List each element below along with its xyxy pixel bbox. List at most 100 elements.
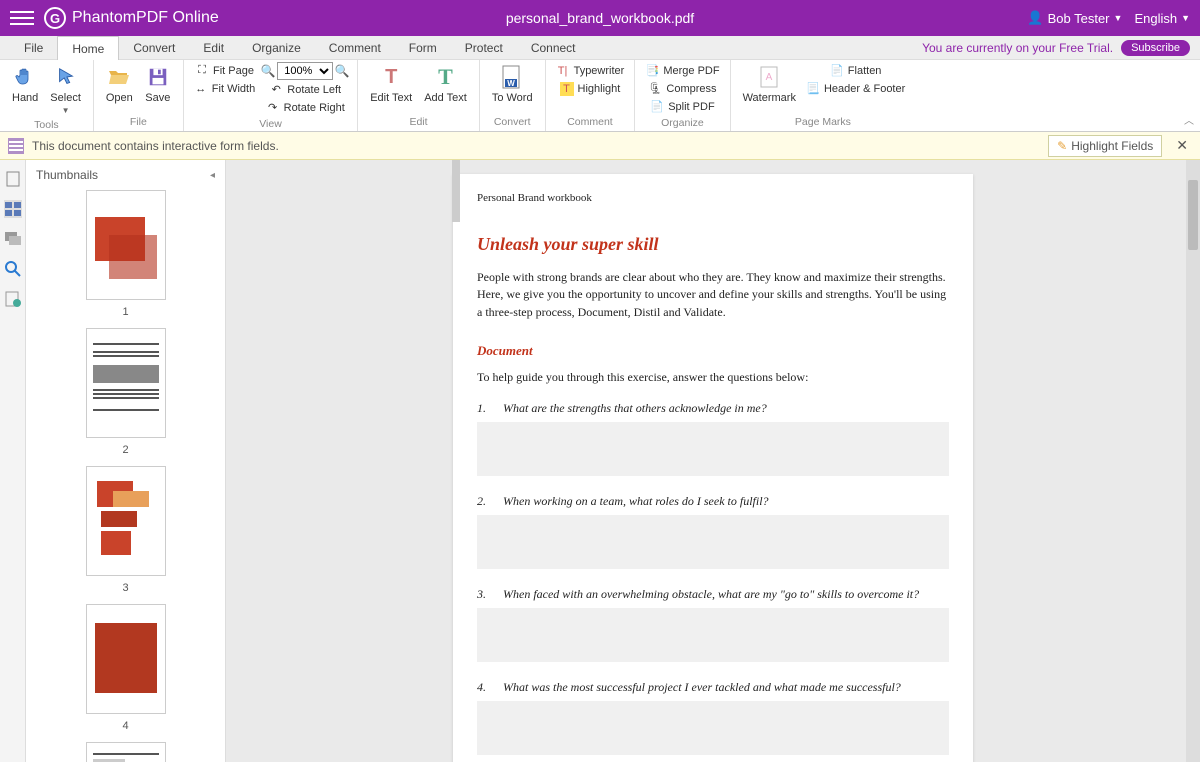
menu-file[interactable]: File — [10, 36, 57, 59]
folder-open-icon — [106, 64, 132, 90]
header-footer-button[interactable]: 📃Header & Footer — [804, 80, 907, 97]
form-icon — [8, 138, 24, 154]
thumbnail-page-4[interactable] — [86, 604, 166, 714]
form-field-4[interactable] — [477, 701, 949, 755]
ribbon-group-organize: 📑Merge PDF 🗜Compress 📄Split PDF Organize — [635, 60, 730, 131]
highlight-button[interactable]: THighlight — [554, 80, 627, 97]
titlebar: G PhantomPDF Online personal_brand_workb… — [0, 0, 1200, 36]
compress-button[interactable]: 🗜Compress — [643, 80, 721, 97]
infobar-message: This document contains interactive form … — [32, 139, 279, 153]
save-button[interactable]: Save — [141, 62, 175, 106]
app-name: PhantomPDF Online — [72, 9, 219, 27]
menu-comment[interactable]: Comment — [315, 36, 395, 59]
question-text: What was the most successful project I e… — [503, 680, 901, 695]
user-icon: 👤 — [1027, 10, 1043, 26]
question-text: What are the strengths that others ackno… — [503, 401, 767, 416]
form-field-3[interactable] — [477, 608, 949, 662]
subscribe-button[interactable]: Subscribe — [1121, 40, 1190, 56]
add-text-icon: T — [433, 64, 459, 90]
highlight-fields-button[interactable]: ✎ Highlight Fields — [1048, 135, 1162, 157]
word-icon: W — [499, 64, 525, 90]
scrollbar-thumb[interactable] — [1188, 180, 1198, 250]
caret-down-icon: ▼ — [1181, 13, 1190, 23]
fit-page-icon: ⛶ — [195, 64, 209, 78]
typewriter-button[interactable]: T|Typewriter — [554, 62, 627, 79]
zoom-out-icon[interactable]: 🔍 — [261, 64, 275, 78]
menubar: File Home Convert Edit Organize Comment … — [0, 36, 1200, 60]
user-name: Bob Tester — [1048, 11, 1110, 26]
svg-text:A: A — [766, 72, 773, 83]
question-number: 4. — [477, 680, 493, 695]
panel-resize-handle[interactable] — [452, 160, 460, 222]
menu-protect[interactable]: Protect — [451, 36, 517, 59]
menu-edit[interactable]: Edit — [189, 36, 238, 59]
watermark-button[interactable]: A Watermark — [739, 62, 800, 106]
thumbnail-page-2[interactable] — [86, 328, 166, 438]
page-panel-icon[interactable] — [4, 170, 22, 188]
ribbon-collapse-button[interactable]: ︿ — [1184, 112, 1194, 127]
caret-down-icon: ▼ — [62, 106, 70, 115]
typewriter-icon: T| — [556, 64, 570, 78]
highlighter-icon: ✎ — [1057, 139, 1067, 153]
menu-toggle-button[interactable] — [10, 6, 34, 30]
menu-organize[interactable]: Organize — [238, 36, 315, 59]
thumbnail-number: 3 — [36, 582, 215, 594]
thumbnails-list[interactable]: 1 2 3 4 — [26, 190, 225, 762]
add-text-button[interactable]: T Add Text — [420, 62, 471, 106]
menu-connect[interactable]: Connect — [517, 36, 590, 59]
rotate-right-icon: ↷ — [266, 101, 280, 115]
to-word-button[interactable]: W To Word — [488, 62, 537, 106]
page-heading: Unleash your super skill — [477, 234, 949, 255]
question-number: 1. — [477, 401, 493, 416]
menu-home[interactable]: Home — [57, 36, 119, 60]
fit-page-button[interactable]: ⛶Fit Page — [192, 62, 257, 79]
cursor-icon — [53, 64, 79, 90]
form-field-2[interactable] — [477, 515, 949, 569]
merge-pdf-button[interactable]: 📑Merge PDF — [643, 62, 721, 79]
pdf-page: Personal Brand workbook Unleash your sup… — [453, 174, 973, 762]
open-button[interactable]: Open — [102, 62, 137, 106]
infobar-close-button[interactable]: ✕ — [1172, 137, 1192, 154]
document-viewer[interactable]: Personal Brand workbook Unleash your sup… — [226, 160, 1200, 762]
thumbnails-panel-icon[interactable] — [4, 200, 22, 218]
search-panel-icon[interactable] — [4, 260, 22, 278]
edit-text-button[interactable]: T Edit Text — [366, 62, 416, 106]
question-text: When working on a team, what roles do I … — [503, 494, 769, 509]
fit-width-button[interactable]: ↔Fit Width — [192, 80, 257, 97]
thumbnail-page-5[interactable] — [86, 742, 166, 762]
question-text: When faced with an overwhelming obstacle… — [503, 587, 919, 602]
thumbnail-page-1[interactable] — [86, 190, 166, 300]
question-number: 2. — [477, 494, 493, 509]
vertical-scrollbar[interactable] — [1186, 160, 1200, 762]
app-logo: G PhantomPDF Online — [44, 7, 219, 29]
zoom-select[interactable]: 100% — [277, 62, 333, 80]
menu-convert[interactable]: Convert — [119, 36, 189, 59]
form-field-1[interactable] — [477, 422, 949, 476]
rotate-left-button[interactable]: ↶Rotate Left — [261, 81, 349, 98]
ribbon-group-page-marks: A Watermark 📄Flatten 📃Header & Footer Pa… — [731, 60, 916, 131]
signatures-panel-icon[interactable] — [4, 290, 22, 308]
ribbon-group-file: Open Save File — [94, 60, 184, 131]
rotate-left-icon: ↶ — [269, 83, 283, 97]
hand-icon — [12, 64, 38, 90]
zoom-in-icon[interactable]: 🔍 — [335, 64, 349, 78]
comments-panel-icon[interactable] — [4, 230, 22, 248]
flatten-button[interactable]: 📄Flatten — [804, 62, 907, 79]
save-icon — [145, 64, 171, 90]
thumbnail-number: 2 — [36, 444, 215, 456]
compress-icon: 🗜 — [648, 82, 662, 96]
thumbnails-collapse-button[interactable]: ◂ — [210, 170, 215, 181]
section-heading: Document — [477, 343, 949, 359]
thumbnail-page-3[interactable] — [86, 466, 166, 576]
select-tool-button[interactable]: Select ▼ — [46, 62, 85, 117]
split-pdf-button[interactable]: 📄Split PDF — [643, 98, 721, 115]
document-title: personal_brand_workbook.pdf — [506, 10, 694, 26]
hand-tool-button[interactable]: Hand — [8, 62, 42, 106]
main-area: Thumbnails ◂ 1 2 3 4 Personal Bra — [0, 160, 1200, 762]
intro-paragraph: People with strong brands are clear abou… — [477, 269, 949, 321]
language-label: English — [1134, 11, 1177, 26]
rotate-right-button[interactable]: ↷Rotate Right — [261, 99, 349, 116]
menu-form[interactable]: Form — [395, 36, 451, 59]
language-menu[interactable]: English ▼ — [1134, 11, 1190, 26]
user-menu[interactable]: 👤 Bob Tester ▼ — [1027, 10, 1122, 26]
